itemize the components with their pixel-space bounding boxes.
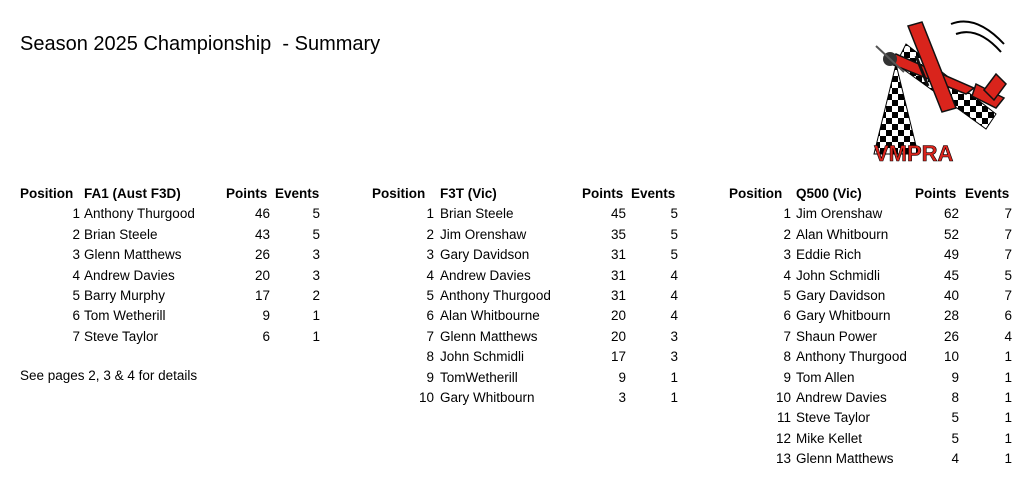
table-row: 8 John Schmidli 17 3 [372, 347, 692, 367]
events-cell: 5 [312, 206, 320, 222]
table-row: 7 Glenn Matthews 20 3 [372, 327, 692, 347]
table-row: 5 Barry Murphy 17 2 [20, 286, 330, 306]
table-row: 1 Jim Orenshaw 62 7 [729, 204, 1019, 224]
table-row: 11 Steve Taylor 5 1 [729, 408, 1019, 428]
table-row: 1 Anthony Thurgood 46 5 [20, 204, 330, 224]
events-cell: 1 [1004, 369, 1012, 385]
header-class: Q500 (Vic) [796, 186, 862, 201]
events-cell: 7 [1004, 206, 1012, 222]
table-fa1: Position FA1 (Aust F3D) Points Events 1A… [20, 184, 330, 347]
header-events: Events [631, 186, 676, 201]
events-cell: 3 [312, 247, 320, 263]
table-row: 3 Glenn Matthews 26 3 [20, 245, 330, 265]
events-cell: 1 [670, 369, 678, 385]
header-position: Position [729, 186, 783, 201]
logo-text: VMPRA [874, 141, 954, 164]
table-row: 4 Andrew Davies 31 4 [372, 266, 692, 286]
events-cell: 1 [312, 328, 320, 344]
table-header-row: Position Q500 (Vic) Points Events [729, 184, 1019, 204]
table-row: 5 Gary Davidson 40 7 [729, 286, 1019, 306]
events-cell: 7 [1004, 247, 1012, 263]
table-row: 3 Gary Davidson 31 5 [372, 245, 692, 265]
aerobatic-plane-logo-icon: VMPRA [873, 20, 1007, 164]
table-row: 13 Glenn Matthews 4 1 [729, 449, 1019, 469]
table-row: 2 Brian Steele 43 5 [20, 225, 330, 245]
table-row: 9 Tom Allen 9 1 [729, 368, 1019, 388]
table-row: 4 John Schmidli 45 5 [729, 266, 1019, 286]
table-row: 8 Anthony Thurgood 10 1 [729, 347, 1019, 367]
events-cell: 6 [1004, 308, 1012, 324]
table-row: 5 Anthony Thurgood 31 4 [372, 286, 692, 306]
table-row: 9 TomWetherill 9 1 [372, 368, 692, 388]
table-row: 6 Alan Whitbourne 20 4 [372, 306, 692, 326]
events-cell: 1 [670, 389, 678, 405]
events-cell: 1 [1004, 389, 1012, 405]
table-row: 1 Brian Steele 45 5 [372, 204, 692, 224]
events-cell: 3 [312, 267, 320, 283]
page-title: Season 2025 Championship - Summary [20, 33, 381, 55]
events-cell: 1 [1004, 410, 1012, 426]
events-cell: 1 [312, 308, 320, 324]
events-cell: 7 [1004, 226, 1012, 242]
header-events: Events [965, 186, 1010, 201]
header-class: FA1 (Aust F3D) [84, 186, 181, 201]
header-points: Points [582, 186, 624, 201]
table-row: 6 Gary Whitbourn 28 6 [729, 306, 1019, 326]
events-cell: 5 [1004, 267, 1012, 283]
table-row: 10 Andrew Davies 8 1 [729, 388, 1019, 408]
header-position: Position [20, 186, 74, 201]
table-row: 7 Steve Taylor 6 1 [20, 327, 330, 347]
table-row: 7 Shaun Power 26 4 [729, 327, 1019, 347]
events-cell: 3 [670, 349, 678, 365]
table-row: 4 Andrew Davies 20 3 [20, 266, 330, 286]
events-cell: 7 [1004, 287, 1012, 303]
table-f3t: Position F3T (Vic) Points Events 1 Brian … [372, 184, 692, 408]
table-q500: Position Q500 (Vic) Points Events 1 Jim O… [729, 184, 1019, 469]
table-row: 6 Tom Wetherill 9 1 [20, 306, 330, 326]
table-header-row: Position F3T (Vic) Points Events [372, 184, 692, 204]
header-points: Points [226, 186, 268, 201]
table-row: 2 Jim Orenshaw 35 5 [372, 225, 692, 245]
events-cell: 1 [1004, 451, 1012, 467]
events-cell: 2 [312, 287, 320, 303]
header-points: Points [915, 186, 957, 201]
table-row: 3 Eddie Rich 49 7 [729, 245, 1019, 265]
header-position: Position [372, 186, 426, 201]
events-cell: 5 [670, 206, 678, 222]
events-cell: 4 [1004, 328, 1012, 344]
events-cell: 4 [670, 267, 678, 283]
events-cell: 5 [312, 226, 320, 242]
events-cell: 5 [670, 247, 678, 263]
events-cell: 1 [1004, 430, 1012, 446]
events-cell: 1 [1004, 349, 1012, 365]
events-cell: 5 [670, 226, 678, 242]
table-header-row: Position FA1 (Aust F3D) Points Events [20, 184, 330, 204]
table-row: 10 Gary Whitbourn 3 1 [372, 388, 692, 408]
table-row: 12 Mike Kellet 5 1 [729, 429, 1019, 449]
events-cell: 4 [670, 287, 678, 303]
events-cell: 3 [670, 328, 678, 344]
table-row: 2 Alan Whitbourn 52 7 [729, 225, 1019, 245]
details-note: See pages 2, 3 & 4 for details [20, 368, 198, 383]
header-class: F3T (Vic) [440, 186, 497, 201]
events-cell: 4 [670, 308, 678, 324]
header-events: Events [275, 186, 320, 201]
